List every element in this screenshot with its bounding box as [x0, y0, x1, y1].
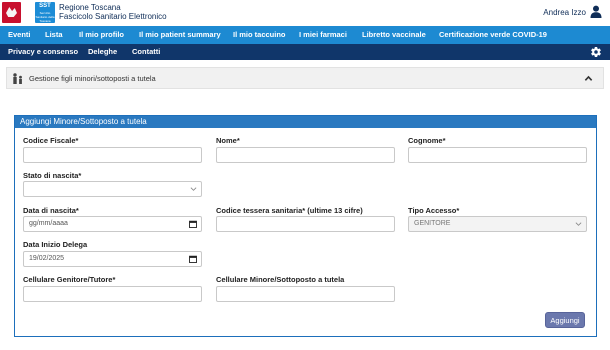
brand-line-fse: Fascicolo Sanitario Elettronico	[59, 12, 167, 21]
label-data-inizio-delega: Data Inizio Delega	[23, 240, 88, 249]
label-stato-nascita: Stato di nascita*	[23, 171, 82, 180]
calendar-icon[interactable]	[189, 255, 197, 263]
nav-il-mio-profilo[interactable]: Il mio profilo	[79, 26, 124, 44]
tipo-accesso-value: GENITORE	[414, 220, 451, 227]
user-icon[interactable]	[590, 5, 602, 18]
nav-lista[interactable]: Lista	[45, 26, 63, 44]
gear-icon[interactable]	[590, 46, 602, 58]
chevron-down-icon	[190, 187, 197, 191]
nav-certificazione-verde[interactable]: Certificazione verde COVID-19	[439, 26, 547, 44]
nav-il-mio-taccuino[interactable]: Il mio taccuino	[233, 26, 286, 44]
nav-patient-summary[interactable]: Il mio patient summary	[139, 26, 221, 44]
top-header: SST Servizio Sanitario della Toscana Reg…	[0, 0, 610, 26]
regione-toscana-logo[interactable]	[2, 2, 21, 23]
form-title: Aggiungi Minore/Sottoposto a tutela	[15, 116, 596, 128]
brand-line-region: Regione Toscana	[59, 3, 121, 12]
nome-input[interactable]	[216, 147, 395, 163]
sst-logo-subtext: Servizio Sanitario della Toscana	[35, 11, 55, 23]
label-cellulare-genitore: Cellulare Genitore/Tutore*	[23, 275, 116, 284]
chevron-up-icon[interactable]	[584, 74, 593, 83]
label-data-nascita: Data di nascita*	[23, 206, 79, 215]
family-icon	[13, 73, 22, 84]
nav-eventi[interactable]: Eventi	[8, 26, 31, 44]
nav-i-miei-farmaci[interactable]: I miei farmaci	[299, 26, 347, 44]
label-tipo-accesso: Tipo Accesso*	[408, 206, 460, 215]
nav-privacy-consenso[interactable]: Privacy e consenso	[8, 44, 78, 60]
codice-tessera-input[interactable]	[216, 216, 395, 232]
aggiungi-button[interactable]: Aggiungi	[545, 312, 585, 328]
label-codice-fiscale: Codice Fiscale*	[23, 136, 79, 145]
nav-contatti[interactable]: Contatti	[132, 44, 160, 60]
codice-fiscale-input[interactable]	[23, 147, 202, 163]
nav-deleghe[interactable]: Deleghe	[88, 44, 117, 60]
label-nome: Nome*	[216, 136, 240, 145]
cellulare-genitore-input[interactable]	[23, 286, 202, 302]
nav-libretto-vaccinale[interactable]: Libretto vaccinale	[362, 26, 426, 44]
sst-logo[interactable]: SST Servizio Sanitario della Toscana	[35, 2, 55, 23]
calendar-icon[interactable]	[189, 220, 197, 228]
data-nascita-input[interactable]: gg/mm/aaaa	[23, 216, 202, 232]
label-cellulare-minore: Cellulare Minore/Sottoposto a tutela	[216, 275, 345, 284]
sst-logo-text: SST	[39, 3, 51, 9]
stato-nascita-select[interactable]	[23, 181, 202, 197]
label-cognome: Cognome*	[408, 136, 446, 145]
data-nascita-placeholder: gg/mm/aaaa	[29, 220, 68, 227]
panel-gestione-figli[interactable]: Gestione figli minori/sottoposti a tutel…	[6, 67, 604, 89]
cellulare-minore-input[interactable]	[216, 286, 395, 302]
data-inizio-delega-input[interactable]: 19/02/2025	[23, 251, 202, 267]
user-name[interactable]: Andrea Izzo	[543, 8, 586, 17]
cognome-input[interactable]	[408, 147, 587, 163]
panel-title: Gestione figli minori/sottoposti a tutel…	[29, 74, 156, 83]
chevron-down-icon	[575, 222, 582, 226]
label-codice-tessera: Codice tessera sanitaria* (ultime 13 cif…	[216, 206, 363, 215]
primary-nav: Eventi Lista Il mio profilo Il mio patie…	[0, 26, 610, 44]
secondary-nav: Privacy e consenso Deleghe Contatti	[0, 44, 610, 60]
brand-title: Regione Toscana Fascicolo Sanitario Elet…	[59, 3, 167, 21]
data-inizio-delega-value: 19/02/2025	[29, 255, 65, 262]
tipo-accesso-select[interactable]: GENITORE	[408, 216, 587, 232]
